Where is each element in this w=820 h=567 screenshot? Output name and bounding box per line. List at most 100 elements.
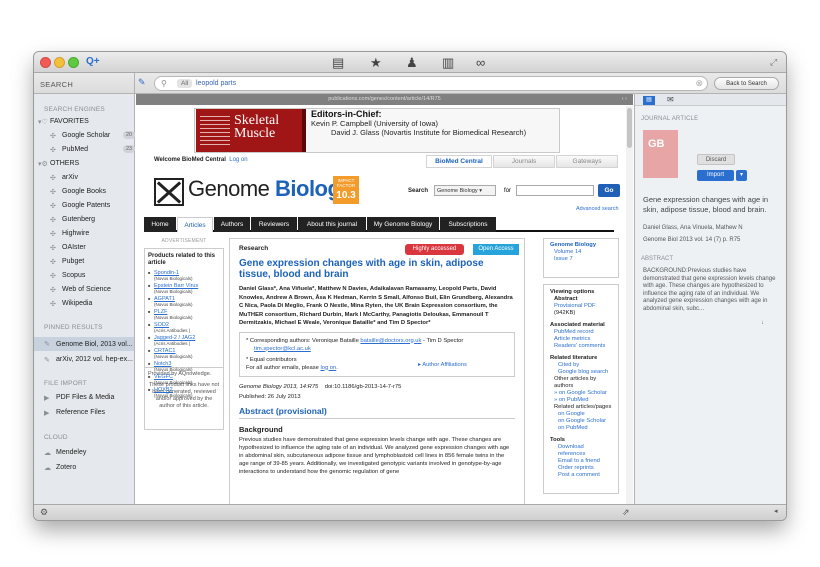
tab-home[interactable]: Home — [144, 217, 176, 232]
journal-search-scope-select[interactable]: Genome Biology ▾ — [434, 185, 496, 196]
log-on-link[interactable]: log on — [320, 365, 336, 371]
tab-authors[interactable]: Authors — [214, 217, 250, 232]
sidebar-item-google-patents[interactable]: ✣ Google Patents — [50, 200, 110, 211]
pinned-item-arxiv[interactable]: ✎ arXiv, 2012 vol. hep-ex... — [44, 354, 133, 365]
product-item[interactable]: HOXB2(Novus Biologicals) — [148, 387, 220, 399]
sidebar-item-scopus[interactable]: ✣ Scopus — [50, 270, 85, 281]
search-input[interactable]: ⚲ All leopold parts ⊗ — [154, 76, 708, 91]
comments-tab-icon[interactable]: ✉ — [667, 95, 674, 104]
import-dropdown-icon[interactable]: ▾ — [736, 170, 747, 181]
product-item[interactable]: CRTAC1(Novus Biologicals) — [148, 348, 220, 360]
pubmed-link[interactable]: » on PubMed — [550, 397, 612, 404]
web-view: publications.com/genes/content/article/1… — [136, 94, 633, 504]
settings-gear-icon[interactable]: ⚙ — [40, 507, 48, 518]
pubmed-link[interactable]: on PubMed — [550, 425, 612, 432]
close-window-button[interactable] — [40, 57, 51, 68]
google-link[interactable]: on Google — [550, 411, 612, 418]
product-item[interactable]: VEGFC(Novus Biologicals) — [148, 374, 220, 386]
sidebar-item-wikipedia[interactable]: ✣ Wikipedia — [50, 298, 92, 309]
email-link[interactable]: bataille@doctors.org.uk — [360, 338, 421, 344]
share-icon[interactable]: ⇗ — [622, 507, 630, 518]
expand-abstract-icon[interactable]: ↓ — [761, 320, 764, 326]
sidebar-item-google-books[interactable]: ✣ Google Books — [50, 186, 106, 197]
info-tab-icon[interactable]: ▤ — [643, 96, 655, 105]
login-link[interactable]: Log on — [229, 157, 247, 163]
journal-name[interactable]: Genome Biology — [188, 176, 353, 202]
article-metrics-link[interactable]: Article metrics — [550, 336, 612, 343]
email-friend-link[interactable]: Email to a friend — [550, 458, 612, 465]
sidebar-item-label: Mendeley — [56, 449, 87, 456]
sidebar-item-mendeley[interactable]: ☁ Mendeley — [44, 447, 86, 458]
sidebar-item-pdf-files[interactable]: ▶ PDF Files & Media — [44, 392, 114, 403]
issue-link[interactable]: Issue 7 — [550, 256, 612, 263]
post-comment-link[interactable]: Post a comment — [550, 472, 612, 479]
pinned-item-genome-biol[interactable]: ✎ Genome Biol, 2013 vol... — [34, 337, 134, 351]
tab-gateways[interactable]: Gateways — [556, 155, 618, 168]
pubmed-record-link[interactable]: PubMed record — [550, 329, 612, 336]
cited-by-link[interactable]: Cited by — [550, 362, 612, 369]
scrollbar-thumb[interactable] — [627, 108, 632, 148]
tab-about[interactable]: About this journal — [298, 217, 366, 232]
product-item[interactable]: SOD2(Acris Antibodies ) — [148, 322, 220, 334]
tab-my-genome-biology[interactable]: My Genome Biology — [367, 217, 439, 232]
tab-subscriptions[interactable]: Subscriptions — [440, 217, 496, 232]
order-reprints-link[interactable]: Order reprints — [550, 465, 612, 472]
pin-icon[interactable]: ✎ — [138, 77, 146, 88]
product-item[interactable]: Spondin-1(Novus Biologicals) — [148, 270, 220, 282]
product-item[interactable]: AGPAT1(Novus Biologicals) — [148, 296, 220, 308]
sidebar-item-oaister[interactable]: ✣ OAIster — [50, 242, 86, 253]
glasses-icon[interactable]: ∞ — [476, 55, 485, 70]
sidebar-item-pubmed[interactable]: ✣ PubMed 23 — [50, 144, 136, 155]
back-to-search-button[interactable]: Back to Search — [714, 77, 779, 90]
tab-journals[interactable]: Journals — [493, 155, 555, 168]
nav-arrows-icon[interactable]: ‹ › — [622, 94, 627, 105]
clear-search-icon[interactable]: ⊗ — [695, 78, 703, 89]
go-button[interactable]: Go — [598, 184, 620, 197]
product-item[interactable]: Jagged-2 / JAG2(Acris Antibodies ) — [148, 335, 220, 347]
discard-button[interactable]: Discard — [697, 154, 735, 165]
scrollbar[interactable] — [626, 106, 633, 504]
journal-link[interactable]: Genome Biology — [550, 242, 612, 249]
product-item[interactable]: PLZF(Novus Biologicals) — [148, 309, 220, 321]
pdf-link[interactable]: Provisional PDF — [550, 303, 612, 310]
tab-reviewers[interactable]: Reviewers — [251, 217, 297, 232]
minimize-window-button[interactable] — [54, 57, 65, 68]
books-icon[interactable]: ▥ — [442, 55, 454, 71]
author-affiliations-link[interactable]: ▸ Author Affiliations — [418, 361, 467, 369]
add-search-icon[interactable]: Q+ — [86, 56, 100, 67]
others-group[interactable]: ▾⚙ OTHERS — [38, 158, 79, 169]
product-item[interactable]: Notch3(Novus Biologicals) — [148, 361, 220, 373]
tab-articles[interactable]: Articles — [177, 217, 213, 232]
import-button[interactable]: Import — [697, 170, 734, 181]
sidebar-item-web-of-science[interactable]: ✣ Web of Science — [50, 284, 111, 295]
sidebar-item-pubget[interactable]: ✣ Pubget — [50, 256, 84, 267]
expand-icon[interactable]: ⤢ — [770, 57, 777, 68]
list-icon[interactable]: ▤ — [332, 55, 344, 71]
welcome-bar: Welcome BioMed Central Log on — [154, 157, 248, 163]
sidebar-item-highwire[interactable]: ✣ Highwire — [50, 228, 89, 239]
readers-comments-link[interactable]: Readers' comments — [550, 343, 612, 350]
email-link[interactable]: tim.spector@kcl.ac.uk — [246, 346, 311, 352]
favorites-group[interactable]: ▾♡ FAVORITES — [38, 116, 89, 127]
zoom-window-button[interactable] — [68, 57, 79, 68]
volume-link[interactable]: Volume 14 — [550, 249, 612, 256]
collapse-panel-icon[interactable]: ◂ — [774, 507, 778, 515]
google-scholar-link[interactable]: on Google Scholar — [550, 418, 612, 425]
search-scope[interactable]: All — [177, 79, 193, 88]
person-icon[interactable]: ♟ — [406, 55, 418, 71]
google-blog-link[interactable]: Google blog search — [550, 369, 612, 376]
sidebar-item-arxiv[interactable]: ✣ arXiv — [50, 172, 78, 183]
google-scholar-link[interactable]: » on Google Scholar — [550, 390, 612, 397]
sidebar-item-google-scholar[interactable]: ✣ Google Scholar 20 — [50, 130, 136, 141]
sidebar-item-gutenberg[interactable]: ✣ Gutenberg — [50, 214, 95, 225]
product-item[interactable]: Epstein Barr Virus(Novus Biologicals) — [148, 283, 220, 295]
journal-search-input[interactable] — [516, 185, 594, 196]
advanced-search-link[interactable]: Advanced search — [576, 206, 619, 212]
tab-biomed-central[interactable]: BioMed Central — [426, 155, 492, 168]
download-references-link[interactable]: Download references — [550, 444, 612, 458]
star-icon[interactable]: ★ — [370, 55, 382, 71]
search-query[interactable]: leopold parts — [196, 80, 236, 87]
sidebar-item-reference-files[interactable]: ▶ Reference Files — [44, 407, 105, 418]
sidebar-item-zotero[interactable]: ☁ Zotero — [44, 462, 76, 473]
url-bar[interactable]: publications.com/genes/content/article/1… — [136, 94, 633, 105]
